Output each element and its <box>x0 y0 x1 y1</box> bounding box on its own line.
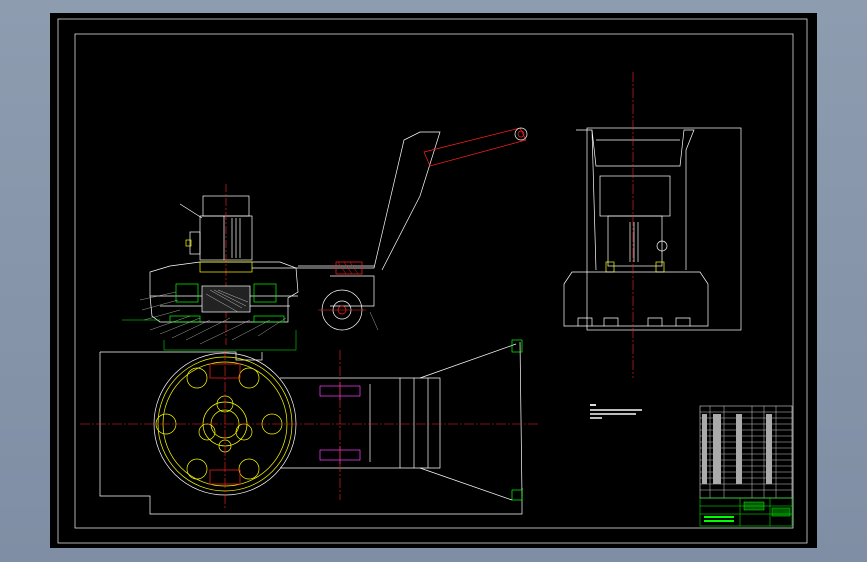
cad-viewport[interactable] <box>0 0 867 562</box>
cad-drawing[interactable] <box>0 0 867 562</box>
